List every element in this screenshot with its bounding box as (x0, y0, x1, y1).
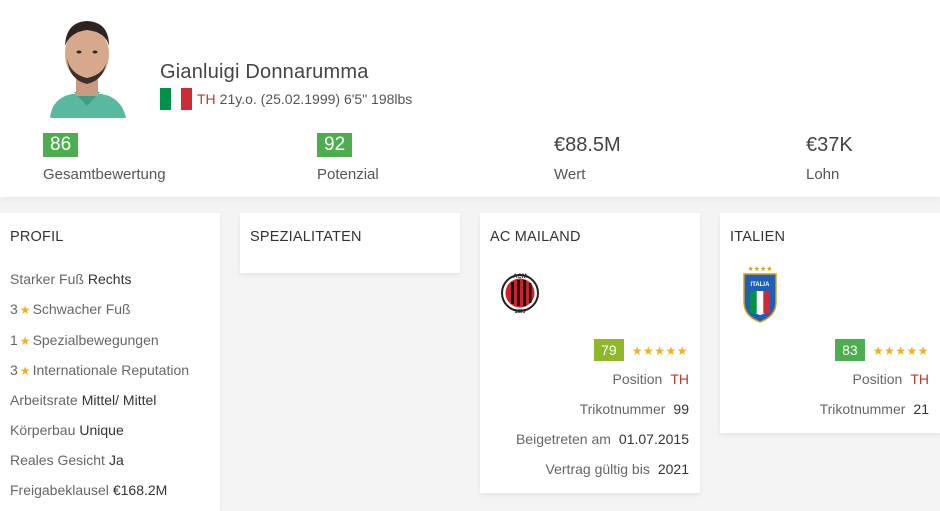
club-position-row: Position TH (612, 371, 689, 387)
player-name: Gianluigi Donnarumma (160, 61, 369, 83)
club-joined-row: Beigetreten am 01.07.2015 (515, 431, 689, 447)
wage-value: €37K (806, 134, 853, 156)
stat-potential: 92 Potenzial (317, 133, 379, 183)
svg-text:★★★★: ★★★★ (747, 265, 772, 273)
profile-row-strong-foot: Starker Fuß Rechts (10, 271, 132, 287)
svg-text:1899: 1899 (514, 309, 525, 315)
club-title: AC MAILAND (490, 229, 581, 245)
nation-jersey-row: Trikotnummer 21 (819, 401, 929, 417)
stat-wage: €37K Lohn (806, 133, 853, 183)
player-info: TH 21y.o. (25.02.1999) 6'5" 198lbs (160, 88, 412, 110)
italy-flag-icon (160, 88, 193, 110)
nation-rating-badge: 83 (835, 339, 865, 361)
profile-row-body-type: Körperbau Unique (10, 422, 124, 438)
nation-stars-icon: ★★★★★ (872, 344, 929, 358)
profile-row-release-clause: Freigabeklausel €168.2M (10, 482, 168, 498)
star-icon: ★ (19, 364, 31, 378)
ac-milan-logo-icon: ACM 1899 (501, 274, 539, 315)
player-details: 21y.o. (25.02.1999) 6'5" 198lbs (219, 91, 413, 107)
nation-position-row: Position TH (852, 371, 929, 387)
player-position: TH (197, 91, 216, 107)
club-stars-icon: ★★★★★ (631, 344, 688, 358)
profile-row-reputation: 3 ★ Internationale Reputation (10, 362, 190, 378)
stat-overall: 86 Gesamtbewertung (43, 133, 166, 183)
nation-title: ITALIEN (730, 229, 786, 245)
club-rating-badge: 79 (594, 339, 624, 361)
svg-text:ITALIA: ITALIA (751, 282, 771, 288)
svg-text:ACM: ACM (513, 274, 527, 280)
profile-row-weak-foot: 3 ★ Schwacher Fuß (10, 301, 131, 317)
potential-rating-badge: 92 (317, 133, 353, 157)
nation-rating-row: 83 ★★★★★ (835, 339, 929, 361)
overall-label: Gesamtbewertung (43, 166, 166, 183)
overall-rating-badge: 86 (43, 133, 79, 157)
player-header: Gianluigi Donnarumma TH 21y.o. (25.02.19… (0, 0, 940, 197)
profile-row-real-face: Reales Gesicht Ja (10, 452, 124, 468)
star-icon: ★ (19, 334, 31, 348)
profile-title: PROFIL (10, 229, 64, 245)
player-avatar (42, 8, 132, 118)
wage-label: Lohn (806, 166, 840, 183)
club-rating-row: 79 ★★★★★ (594, 339, 688, 361)
potential-label: Potenzial (317, 166, 379, 183)
market-value: €88.5M (554, 134, 621, 156)
specialities-title: SPEZIALITATEN (250, 229, 362, 245)
club-contract-row: Vertrag gültig bis 2021 (545, 461, 689, 477)
star-icon: ★ (19, 303, 31, 317)
profile-row-skill-moves: 1 ★ Spezialbewegungen (10, 332, 159, 348)
club-jersey-row: Trikotnummer 99 (579, 401, 689, 417)
italy-crest-icon: ★★★★ ITALIA (743, 265, 777, 323)
profile-row-work-rate: Arbeitsrate Mittel/ Mittel (10, 392, 157, 408)
stat-value: €88.5M Wert (554, 133, 621, 183)
market-value-label: Wert (554, 166, 586, 183)
